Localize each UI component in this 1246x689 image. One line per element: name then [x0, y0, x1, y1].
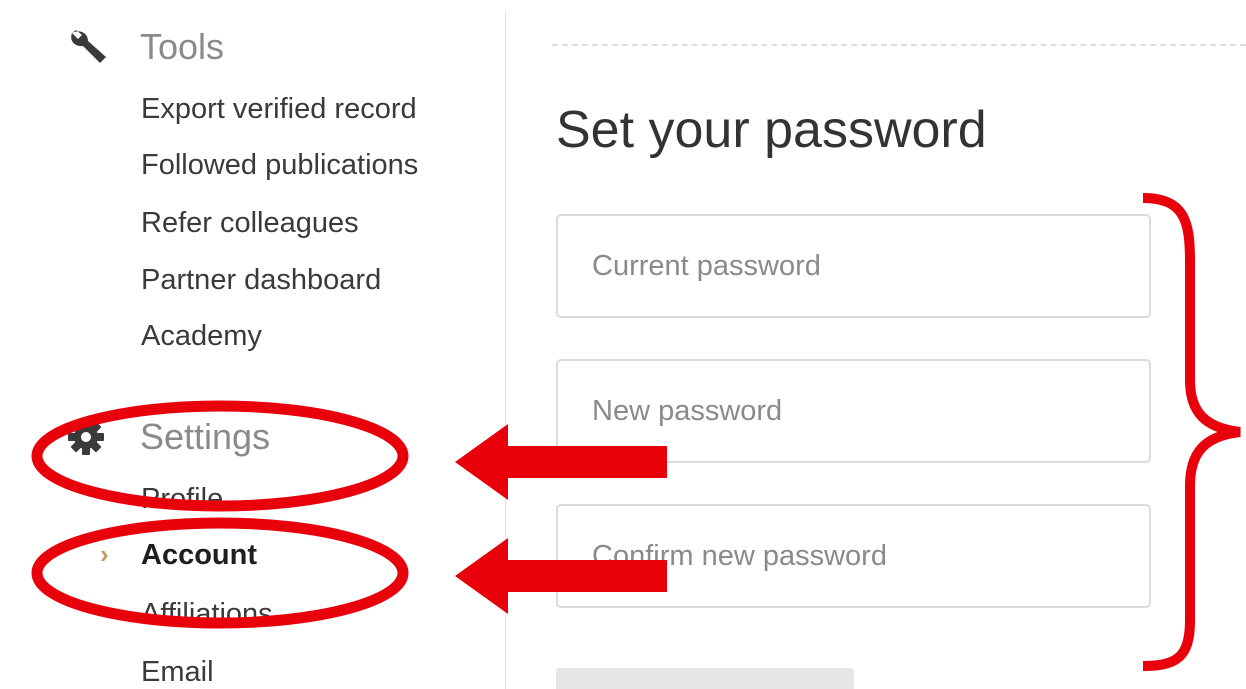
settings-section-header: Settings — [66, 412, 270, 462]
new-password-input[interactable] — [590, 393, 1149, 429]
current-password-field[interactable] — [556, 214, 1151, 318]
tools-heading: Tools — [140, 26, 225, 67]
sidebar-item-partner-dashboard[interactable]: Partner dashboard — [141, 262, 381, 298]
section-divider — [552, 44, 1246, 46]
settings-heading: Settings — [140, 416, 271, 457]
sidebar-item-refer-colleagues[interactable]: Refer colleagues — [141, 205, 359, 241]
tools-section-header: Tools — [66, 22, 224, 72]
page-title: Set your password — [556, 101, 987, 159]
active-chevron-icon: › — [100, 539, 109, 569]
sidebar-item-academy[interactable]: Academy — [141, 318, 262, 354]
sidebar-item-account[interactable]: Account — [141, 537, 257, 573]
account-settings-page: Tools Export verified record Followed pu… — [0, 0, 1246, 689]
confirm-new-password-input[interactable] — [590, 538, 1149, 574]
sidebar-item-followed-publications[interactable]: Followed publications — [141, 147, 418, 183]
gear-icon — [66, 417, 114, 457]
confirm-password-field[interactable] — [556, 504, 1151, 608]
wrench-icon — [66, 27, 114, 67]
sidebar-item-affiliations[interactable]: Affiliations — [141, 596, 273, 632]
fields-brace — [1142, 193, 1241, 671]
sidebar-item-export-verified-record[interactable]: Export verified record — [141, 91, 417, 127]
sidebar-item-email[interactable]: Email — [141, 654, 214, 689]
new-password-field[interactable] — [556, 359, 1151, 463]
sidebar: Tools Export verified record Followed pu… — [0, 0, 505, 689]
submit-button[interactable] — [556, 668, 854, 689]
sidebar-item-profile[interactable]: Profile — [141, 481, 223, 517]
sidebar-divider — [505, 12, 506, 689]
current-password-input[interactable] — [590, 248, 1149, 284]
